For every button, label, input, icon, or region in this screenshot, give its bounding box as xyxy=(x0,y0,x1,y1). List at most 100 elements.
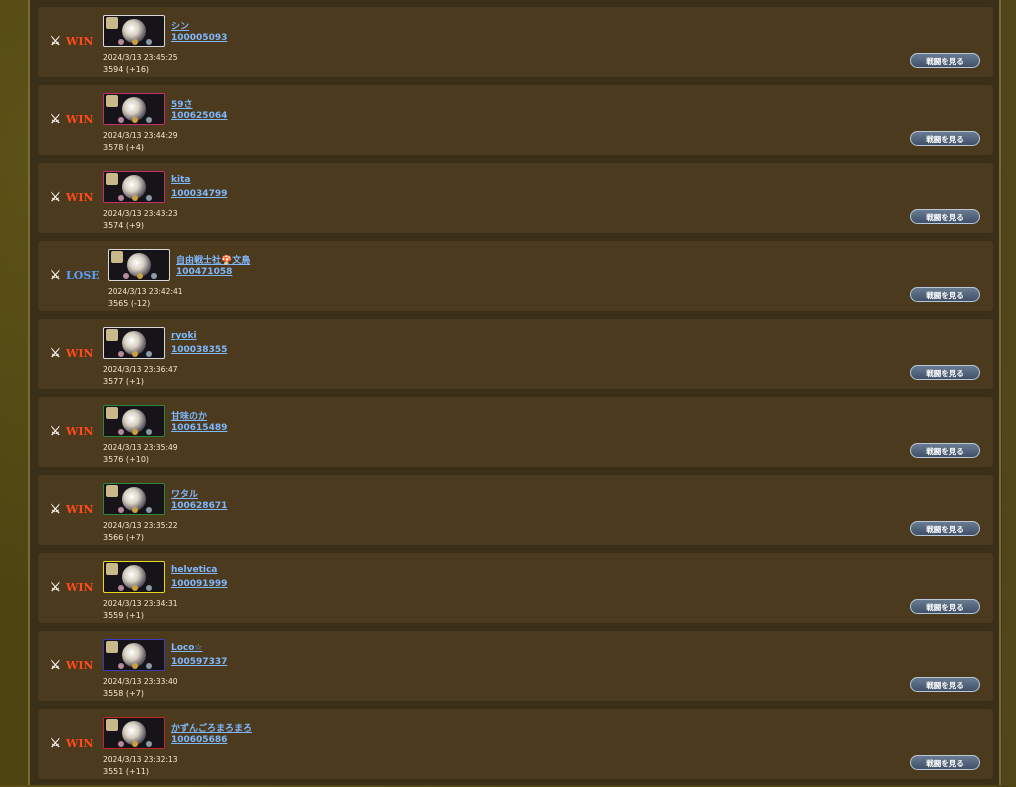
result-label: WIN xyxy=(66,658,94,672)
result-label: LOSE xyxy=(66,268,100,282)
rank-badge-icon xyxy=(118,429,124,435)
opponent-deck-thumbnail[interactable] xyxy=(103,561,165,593)
rating-score: 3574 (+9) xyxy=(103,221,144,230)
deck-emblem-icon xyxy=(106,485,118,497)
rating-score: 3558 (+7) xyxy=(103,689,144,698)
result-label: WIN xyxy=(66,580,94,594)
battle-row: ⚔ LOSE 自由戦士社🍄文鳥 100471058 2024/3/13 23:4… xyxy=(38,241,993,311)
opponent-id-link[interactable]: 100605686 xyxy=(171,735,227,745)
deck-emblem-icon xyxy=(106,329,118,341)
opponent-id-link[interactable]: 100628671 xyxy=(171,501,227,511)
opponent-name-link[interactable]: 59さ xyxy=(171,97,193,110)
watch-battle-button[interactable]: 戦闘を見る xyxy=(910,287,980,302)
rank-badge-icon xyxy=(123,273,129,279)
crossed-swords-icon: ⚔ xyxy=(50,346,61,360)
rank-badge-icon xyxy=(118,39,124,45)
opponent-name-link[interactable]: ワタル xyxy=(171,487,198,500)
opponent-deck-thumbnail[interactable] xyxy=(108,249,170,281)
deck-emblem-icon xyxy=(106,407,118,419)
battle-result: ⚔ WIN xyxy=(50,112,94,126)
opponent-id-link[interactable]: 100615489 xyxy=(171,423,227,433)
opponent-id-link[interactable]: 100597337 xyxy=(171,657,227,667)
battle-result: ⚔ WIN xyxy=(50,424,94,438)
opponent-deck-thumbnail[interactable] xyxy=(103,717,165,749)
battle-timestamp: 2024/3/13 23:32:13 xyxy=(103,755,178,764)
opponent-id-link[interactable]: 100471058 xyxy=(176,267,232,277)
opponent-id-link[interactable]: 100038355 xyxy=(171,345,227,355)
opponent-name-link[interactable]: kita xyxy=(171,175,190,185)
rank-badge-icon xyxy=(146,429,152,435)
rank-badge-icon xyxy=(118,741,124,747)
opponent-deck-thumbnail[interactable] xyxy=(103,93,165,125)
rank-badge-icon xyxy=(132,663,138,669)
rank-badge-icon xyxy=(132,741,138,747)
opponent-name-link[interactable]: Loco☆ xyxy=(171,643,203,653)
battle-row: ⚔ WIN 甘味のか 100615489 2024/3/13 23:35:49 … xyxy=(38,397,993,467)
crossed-swords-icon: ⚔ xyxy=(50,580,61,594)
deck-emblem-icon xyxy=(106,95,118,107)
battle-timestamp: 2024/3/13 23:36:47 xyxy=(103,365,178,374)
rating-score: 3565 (-12) xyxy=(108,299,151,308)
rank-badge-icon xyxy=(118,585,124,591)
rating-score: 3551 (+11) xyxy=(103,767,150,776)
battle-row: ⚔ WIN helvetica 100091999 2024/3/13 23:3… xyxy=(38,553,993,623)
opponent-deck-thumbnail[interactable] xyxy=(103,639,165,671)
watch-battle-button[interactable]: 戦闘を見る xyxy=(910,131,980,146)
battle-result: ⚔ WIN xyxy=(50,736,94,750)
battle-row: ⚔ WIN kita 100034799 2024/3/13 23:43:23 … xyxy=(38,163,993,233)
battle-row: ⚔ WIN Loco☆ 100597337 2024/3/13 23:33:40… xyxy=(38,631,993,701)
opponent-id-link[interactable]: 100091999 xyxy=(171,579,227,589)
page-scrollbar[interactable] xyxy=(1002,0,1016,785)
opponent-deck-thumbnail[interactable] xyxy=(103,405,165,437)
watch-battle-button[interactable]: 戦闘を見る xyxy=(910,53,980,68)
watch-battle-button[interactable]: 戦闘を見る xyxy=(910,443,980,458)
rank-badge-icon xyxy=(146,39,152,45)
watch-battle-button[interactable]: 戦闘を見る xyxy=(910,755,980,770)
opponent-deck-thumbnail[interactable] xyxy=(103,483,165,515)
opponent-name-link[interactable]: ryoki xyxy=(171,331,197,341)
battle-timestamp: 2024/3/13 23:35:22 xyxy=(103,521,178,530)
battle-result: ⚔ LOSE xyxy=(50,268,100,282)
result-label: WIN xyxy=(66,424,94,438)
opponent-deck-thumbnail[interactable] xyxy=(103,171,165,203)
opponent-name-link[interactable]: 自由戦士社🍄文鳥 xyxy=(176,253,250,266)
opponent-id-link[interactable]: 100034799 xyxy=(171,189,227,199)
opponent-id-link[interactable]: 100625064 xyxy=(171,111,227,121)
battle-result: ⚔ WIN xyxy=(50,190,94,204)
deck-emblem-icon xyxy=(106,173,118,185)
rank-badge-icon xyxy=(137,273,143,279)
battle-timestamp: 2024/3/13 23:43:23 xyxy=(103,209,178,218)
rank-badge-icon xyxy=(132,39,138,45)
watch-battle-button[interactable]: 戦闘を見る xyxy=(910,209,980,224)
battle-timestamp: 2024/3/13 23:44:29 xyxy=(103,131,178,140)
watch-battle-button[interactable]: 戦闘を見る xyxy=(910,365,980,380)
deck-emblem-icon xyxy=(106,17,118,29)
result-label: WIN xyxy=(66,736,94,750)
rating-score: 3576 (+10) xyxy=(103,455,150,464)
watch-battle-button[interactable]: 戦闘を見る xyxy=(910,521,980,536)
battle-row: ⚔ WIN シン 100005093 2024/3/13 23:45:25 35… xyxy=(38,7,993,77)
battle-row: ⚔ WIN かずんごろまろまろ 100605686 2024/3/13 23:3… xyxy=(38,709,993,779)
opponent-name-link[interactable]: 甘味のか xyxy=(171,409,207,422)
deck-emblem-icon xyxy=(111,251,123,263)
battle-row: ⚔ WIN 59さ 100625064 2024/3/13 23:44:29 3… xyxy=(38,85,993,155)
opponent-name-link[interactable]: かずんごろまろまろ xyxy=(171,721,252,734)
result-label: WIN xyxy=(66,346,94,360)
rating-score: 3577 (+1) xyxy=(103,377,144,386)
rating-score: 3559 (+1) xyxy=(103,611,144,620)
battle-result: ⚔ WIN xyxy=(50,580,94,594)
battle-timestamp: 2024/3/13 23:33:40 xyxy=(103,677,178,686)
watch-battle-button[interactable]: 戦闘を見る xyxy=(910,677,980,692)
rank-badge-icon xyxy=(132,507,138,513)
result-label: WIN xyxy=(66,112,94,126)
watch-battle-button[interactable]: 戦闘を見る xyxy=(910,599,980,614)
opponent-deck-thumbnail[interactable] xyxy=(103,327,165,359)
rank-badge-icon xyxy=(118,663,124,669)
opponent-deck-thumbnail[interactable] xyxy=(103,15,165,47)
opponent-name-link[interactable]: helvetica xyxy=(171,565,217,575)
rank-badge-icon xyxy=(132,429,138,435)
crossed-swords-icon: ⚔ xyxy=(50,502,61,516)
opponent-name-link[interactable]: シン xyxy=(171,19,189,32)
crossed-swords-icon: ⚔ xyxy=(50,34,61,48)
opponent-id-link[interactable]: 100005093 xyxy=(171,33,227,43)
